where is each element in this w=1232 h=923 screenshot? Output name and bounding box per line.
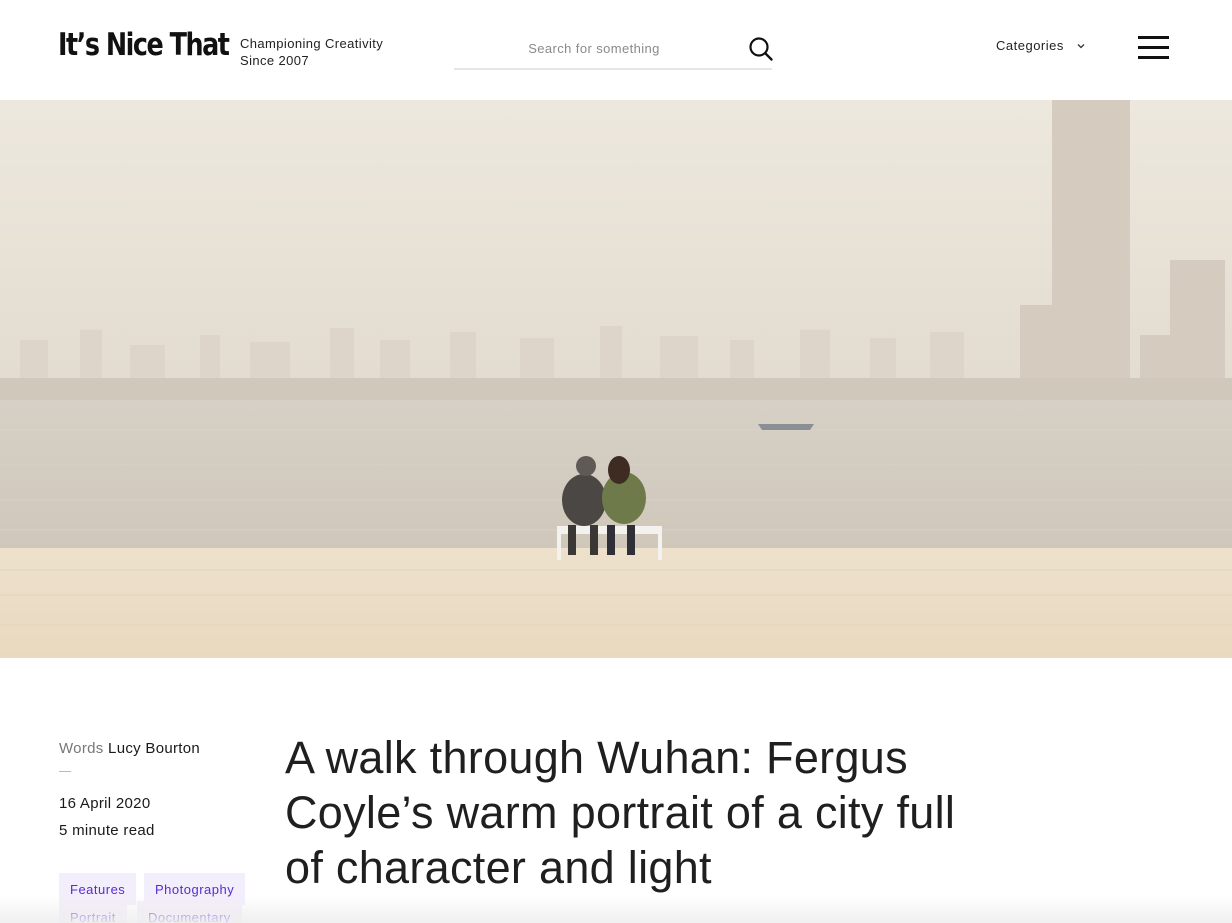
tagline-line-2: Since 2007 [240, 53, 310, 68]
site-header: It’s Nice That Championing Creativity Si… [0, 0, 1232, 100]
byline: Words Lucy Bourton [59, 740, 259, 757]
categories-dropdown[interactable]: Categories [996, 38, 1086, 53]
site-tagline: Championing Creativity Since 2007 [240, 35, 383, 69]
tagline-line-1: Championing Creativity [240, 36, 384, 51]
author-link[interactable]: Lucy Bourton [108, 740, 200, 757]
search-bar [454, 30, 774, 70]
tag-documentary[interactable]: Documentary [137, 901, 242, 923]
hero-image [0, 100, 1232, 658]
meta-divider [59, 771, 71, 772]
publish-date: 16 April 2020 [59, 795, 151, 812]
search-input[interactable] [454, 36, 734, 60]
chevron-down-icon [1077, 43, 1085, 48]
byline-label: Words [59, 740, 104, 757]
hamburger-menu-icon[interactable] [1138, 36, 1169, 60]
article-title: A walk through Wuhan: Fergus Coyle’s war… [285, 732, 956, 893]
search-icon[interactable] [748, 36, 774, 62]
tag-portrait[interactable]: Portrait [59, 901, 127, 923]
categories-label: Categories [996, 38, 1064, 53]
site-logo[interactable]: It’s Nice That [58, 27, 230, 63]
hero-photo [0, 100, 1232, 658]
article-meta: Words Lucy Bourton 16 April 2020 5 minut… [59, 740, 259, 844]
read-time: 5 minute read [59, 822, 155, 839]
